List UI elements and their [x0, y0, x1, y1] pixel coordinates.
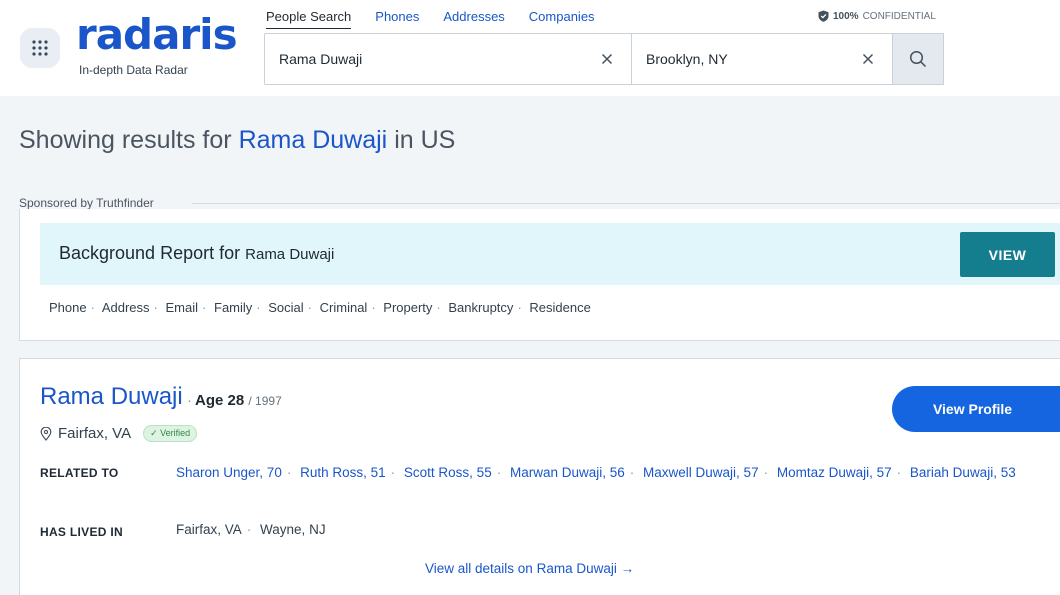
report-name: Rama Duwaji — [245, 246, 335, 263]
results-name: Rama Duwaji — [238, 126, 388, 154]
search-bar — [264, 33, 944, 85]
confidential-badge: 100% CONFIDENTIAL — [818, 10, 936, 22]
category-item: Email — [165, 300, 199, 315]
lived-list: Fairfax, VA · Wayne, NJ — [176, 522, 326, 537]
nav-phones[interactable]: Phones — [375, 9, 419, 29]
category-item: Bankruptcy — [448, 300, 514, 315]
related-person-link[interactable]: Sharon Unger, 70 — [176, 465, 282, 480]
person-location: Fairfax, VA ✓ Verified — [40, 425, 198, 442]
related-to-label: RELATED TO — [40, 466, 119, 480]
category-item: Criminal — [319, 300, 368, 315]
logo[interactable]: radaris — [76, 14, 238, 56]
close-icon[interactable] — [599, 51, 615, 67]
page-title: Showing results for Rama Duwaji in US — [19, 126, 455, 155]
lived-place: Fairfax, VA — [176, 522, 242, 537]
related-person-link[interactable]: Marwan Duwaji, 56 — [510, 465, 625, 480]
name-field — [264, 33, 632, 85]
category-item: Family — [214, 300, 253, 315]
view-report-button[interactable]: VIEW — [960, 232, 1055, 277]
name-input[interactable] — [279, 34, 579, 84]
menu-button[interactable] — [20, 28, 60, 68]
location-text: Fairfax, VA — [58, 425, 132, 442]
nav-addresses[interactable]: Addresses — [443, 9, 504, 29]
report-title: Background Report — [59, 243, 215, 263]
location-pin-icon — [40, 426, 52, 441]
location-input[interactable] — [646, 34, 846, 84]
related-person-link[interactable]: Bariah Duwaji, 53 — [910, 465, 1016, 480]
sponsored-label: Sponsored by Truthfinder — [19, 196, 154, 210]
person-age: · Age 28 / 1997 — [187, 392, 282, 409]
nav-people-search[interactable]: People Search — [266, 9, 352, 29]
logo-tagline: In-depth Data Radar — [79, 63, 188, 77]
birth-year: / 1997 — [248, 394, 282, 408]
report-for: for — [219, 243, 241, 263]
related-person-link[interactable]: Ruth Ross, 51 — [300, 465, 386, 480]
category-item: Property — [383, 300, 433, 315]
background-report-banner[interactable]: Background Report for Rama Duwaji VIEW — [40, 223, 1060, 285]
report-categories: Phone · Address · Email · Family · Social · C… — [49, 300, 591, 315]
close-icon[interactable] — [860, 51, 876, 67]
related-person-link[interactable]: Scott Ross, 55 — [404, 465, 492, 480]
search-icon — [909, 50, 927, 68]
category-item: Residence — [529, 300, 591, 315]
search-button[interactable] — [893, 33, 944, 85]
category-item: Social — [268, 300, 304, 315]
site-header: radaris In-depth Data Radar People Searc… — [0, 0, 1060, 96]
results-suffix: in US — [394, 126, 456, 154]
confidential-pct: 100% — [833, 10, 859, 22]
related-person-link[interactable]: Momtaz Duwaji, 57 — [777, 465, 892, 480]
lived-place: Wayne, NJ — [260, 522, 326, 537]
has-lived-in-label: HAS LIVED IN — [40, 525, 123, 539]
search-type-nav: People Search Phones Addresses Companies — [266, 9, 595, 29]
related-list: Sharon Unger, 70 · Ruth Ross, 51 · Scott R… — [176, 465, 1016, 480]
category-item: Address — [101, 300, 150, 315]
divider — [192, 203, 1060, 204]
confidential-text: CONFIDENTIAL — [862, 10, 936, 22]
sponsored-card: Background Report for Rama Duwaji VIEW P… — [19, 209, 1060, 341]
background-report-title: Background Report for Rama Duwaji — [59, 243, 334, 264]
location-field — [632, 33, 893, 85]
view-profile-button[interactable]: View Profile — [892, 386, 1060, 432]
person-name-link[interactable]: Rama Duwaji — [40, 383, 183, 411]
results-prefix: Showing results for — [19, 126, 232, 154]
age-value: Age 28 — [195, 392, 245, 409]
verified-badge: ✓ Verified — [143, 425, 198, 442]
view-all-details-link[interactable]: View all details on Rama Duwaji → — [425, 561, 634, 576]
related-person-link[interactable]: Maxwell Duwaji, 57 — [643, 465, 759, 480]
category-item: Phone — [49, 300, 87, 315]
shield-icon — [818, 10, 829, 22]
grid-dots-icon — [32, 40, 48, 56]
nav-companies[interactable]: Companies — [529, 9, 595, 29]
person-result-card: Rama Duwaji · Age 28 / 1997 View Profile … — [19, 358, 1060, 595]
